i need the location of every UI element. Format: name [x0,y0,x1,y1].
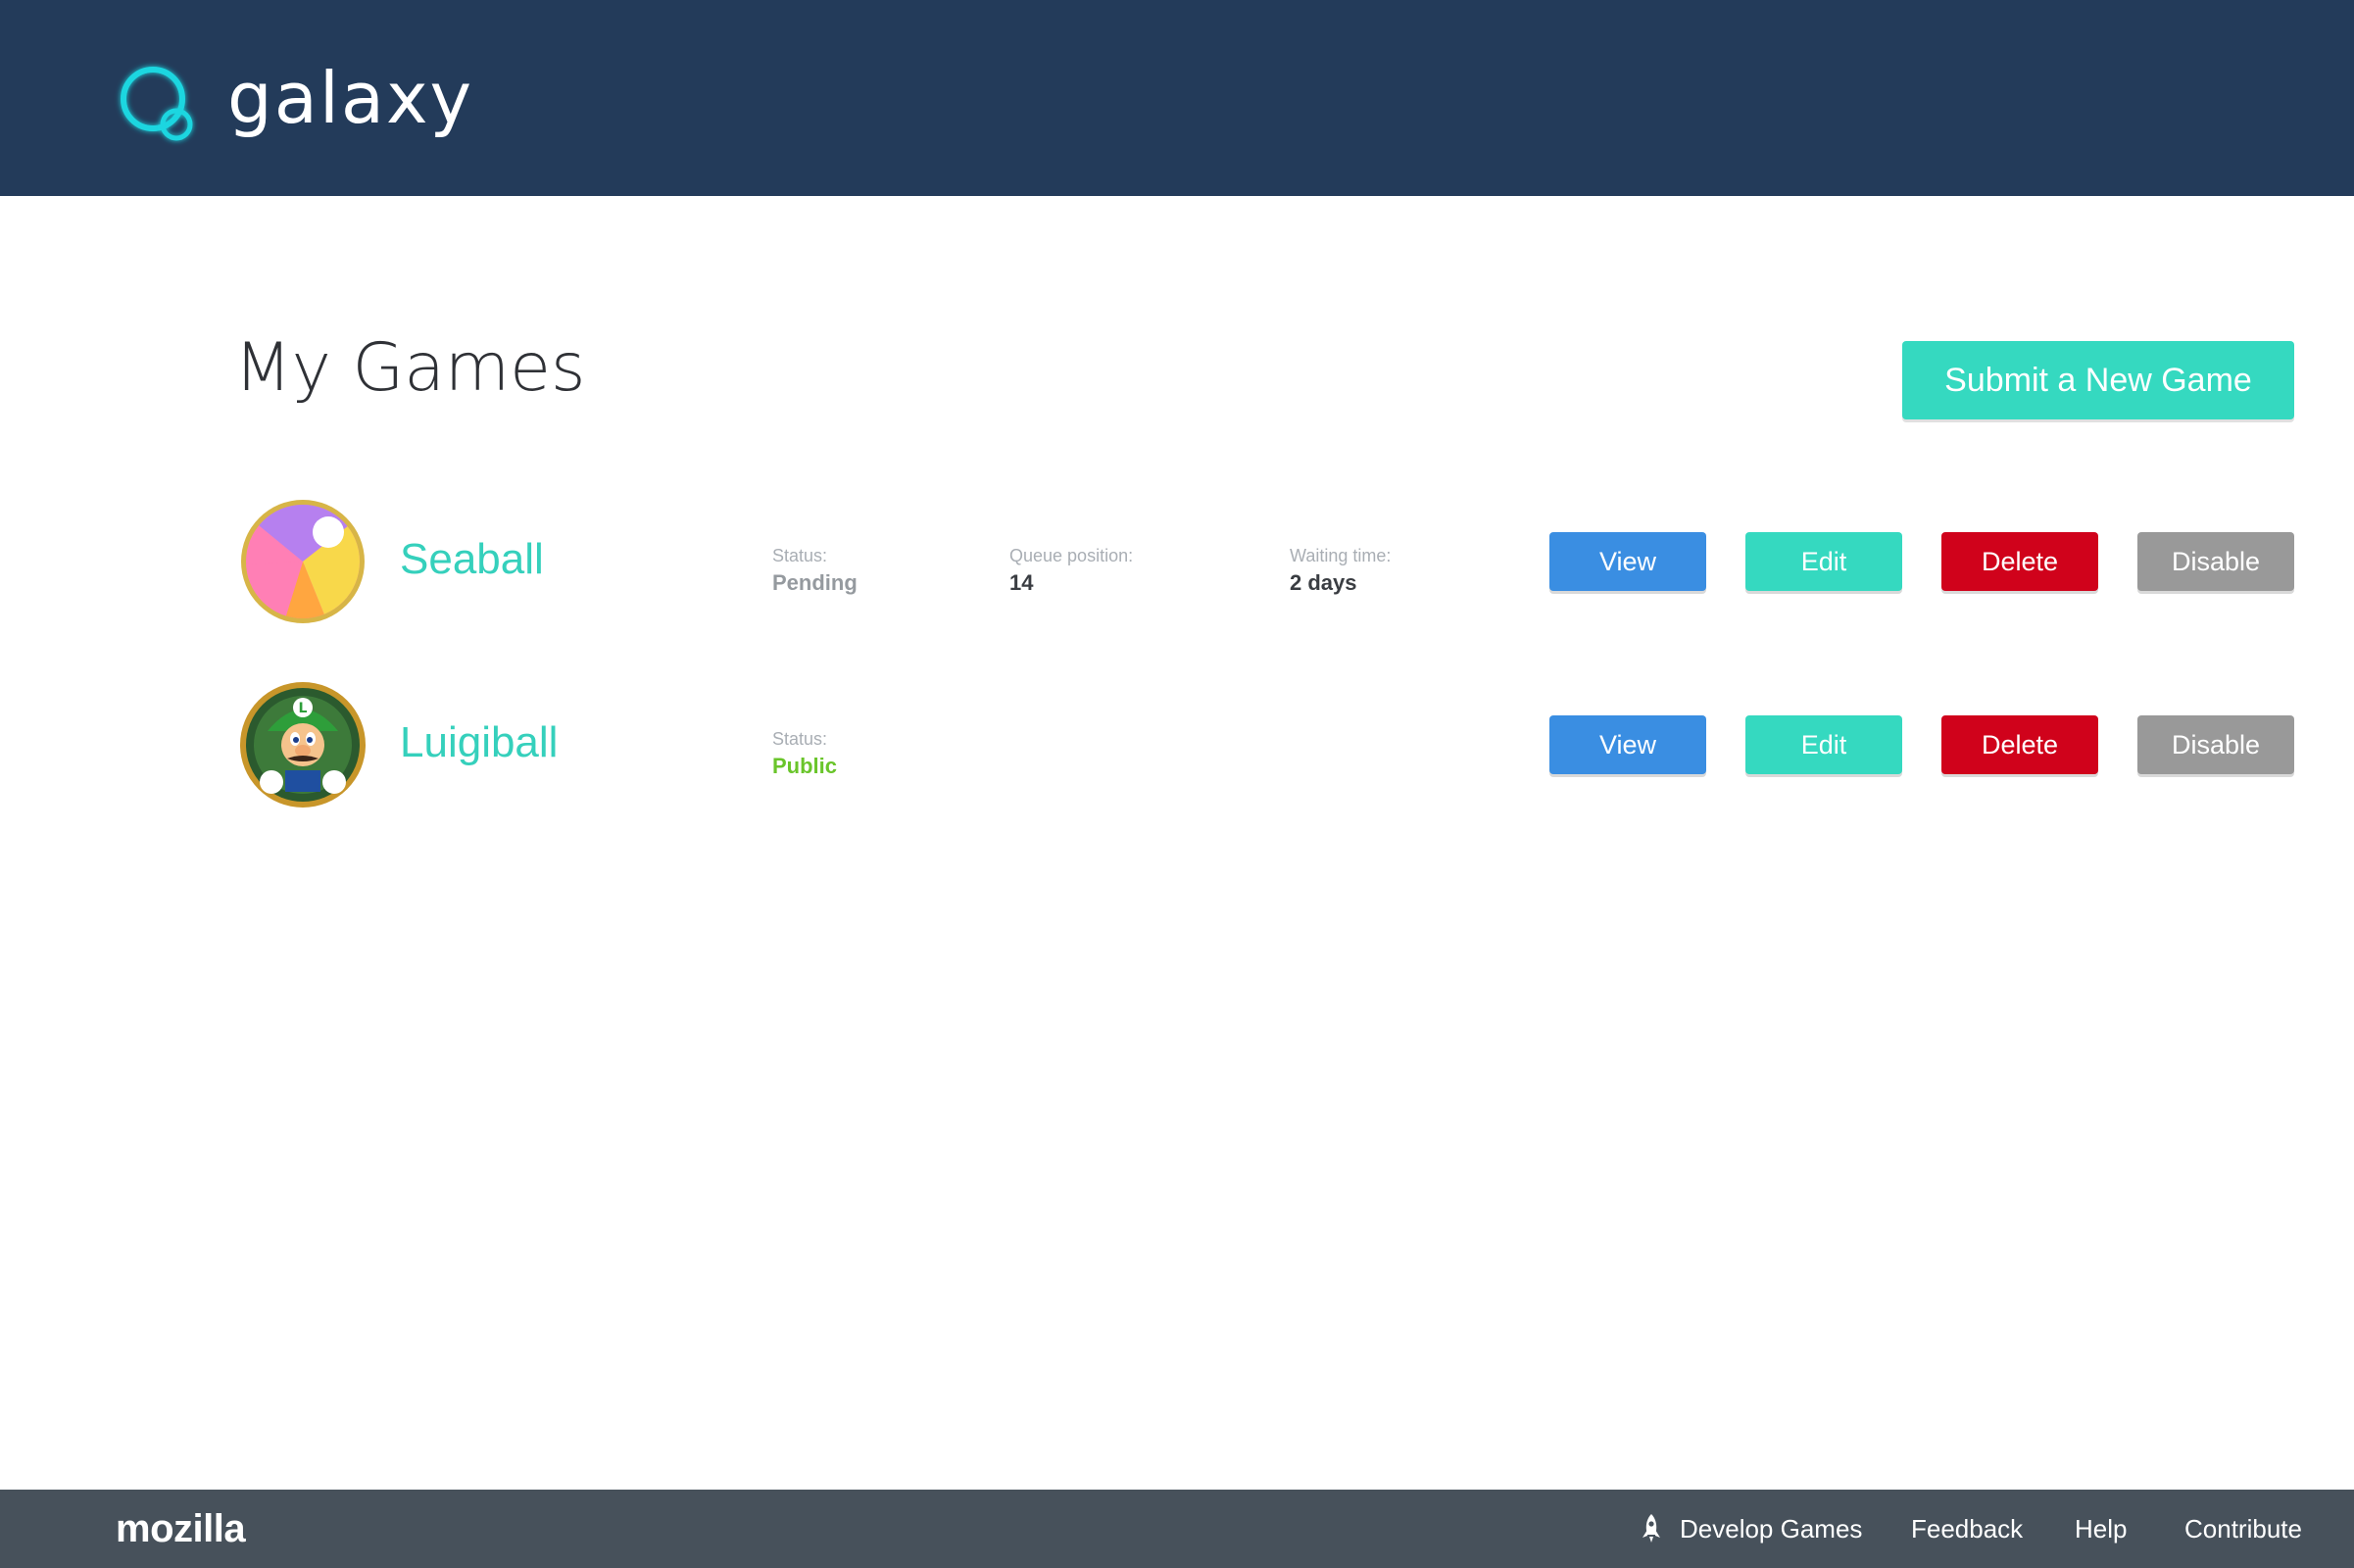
submit-new-game-button[interactable]: Submit a New Game [1902,341,2294,419]
page: galaxy My Games Submit a New Game Seabal… [0,0,2354,1568]
disable-button[interactable]: Disable [2137,715,2294,774]
game-status: Status: Pending [772,544,858,599]
status-label: Status: [772,546,828,565]
waiting-time: Waiting time: 2 days [1290,544,1391,599]
delete-button[interactable]: Delete [1941,532,2098,591]
game-title-link[interactable]: Luigiball [400,715,558,770]
footer-link-contribute[interactable]: Contribute [2184,1511,2302,1546]
beach-ball-icon [241,500,365,623]
footer-link-feedback[interactable]: Feedback [1911,1511,2023,1546]
page-title: My Games [234,329,586,407]
status-label: Status: [772,729,828,749]
footer: mozilla Develop Games Feedback Help Cont… [0,1490,2354,1568]
mozilla-logo[interactable]: mozilla [116,1507,246,1550]
top-navbar: galaxy [0,0,2354,196]
game-status: Status: Public [772,727,837,782]
game-row-seaball: Seaball Status: Pending Queue position: … [0,493,2354,630]
edit-button[interactable]: Edit [1745,715,1902,774]
game-title-link[interactable]: Seaball [400,532,544,587]
brand-wordmark[interactable]: galaxy [227,51,473,145]
wait-value: 2 days [1290,570,1357,595]
footer-link-develop-games[interactable]: Develop Games [1680,1511,1862,1546]
view-button[interactable]: View [1549,715,1706,774]
queue-position: Queue position: 14 [1009,544,1133,599]
delete-button[interactable]: Delete [1941,715,2098,774]
disable-button[interactable]: Disable [2137,532,2294,591]
status-value: Public [772,754,838,778]
galaxy-orbit-icon[interactable] [110,54,208,152]
queue-label: Queue position: [1009,546,1134,565]
view-button[interactable]: View [1549,532,1706,591]
rocket-icon [1643,1514,1660,1543]
footer-link-help[interactable]: Help [2075,1511,2127,1546]
svg-text:L: L [299,701,308,716]
luigi-avatar: L [240,682,366,808]
wait-label: Waiting time: [1290,546,1392,565]
game-row-luigiball: L Luigiball Status: Public View Edit Del… [0,676,2354,813]
queue-value: 14 [1009,570,1034,595]
edit-button[interactable]: Edit [1745,532,1902,591]
status-value: Pending [772,570,858,595]
